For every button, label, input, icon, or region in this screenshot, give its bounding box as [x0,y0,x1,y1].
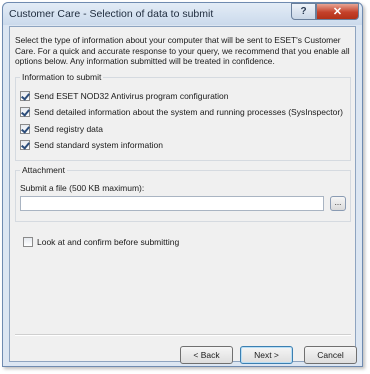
back-button[interactable]: < Back [180,346,233,364]
cancel-button[interactable]: Cancel [304,346,357,364]
checkbox-checked-icon[interactable] [20,106,30,117]
footer-separator [15,334,351,336]
option-label: Send registry data [34,123,103,134]
information-legend: Information to submit [20,72,104,82]
description-text: Select the type of information about you… [15,35,350,66]
browse-button[interactable]: ... [330,196,346,211]
title-bar: Customer Care - Selection of data to sub… [3,3,362,25]
file-label: Submit a file (500 KB maximum): [20,183,145,193]
option-registry-data[interactable]: Send registry data [20,123,103,134]
dialog-window: Customer Care - Selection of data to sub… [2,2,363,367]
close-button[interactable]: ✕ [316,3,359,20]
checkbox-unchecked-icon[interactable] [23,236,33,247]
window-title: Customer Care - Selection of data to sub… [9,8,214,20]
checkbox-checked-icon[interactable] [20,90,30,101]
checkbox-checked-icon[interactable] [20,123,30,134]
option-system-information[interactable]: Send standard system information [20,139,163,150]
attachment-legend: Attachment [20,165,67,175]
next-button[interactable]: Next > [240,346,293,364]
attachment-group: Attachment Submit a file (500 KB maximum… [15,165,351,222]
dialog-body: Select the type of information about you… [9,26,357,364]
option-sysinspector[interactable]: Send detailed information about the syst… [20,106,343,117]
option-program-configuration[interactable]: Send ESET NOD32 Antivirus program config… [20,90,229,101]
option-label: Send detailed information about the syst… [34,106,344,117]
option-label: Send ESET NOD32 Antivirus program config… [34,90,229,101]
confirm-label: Look at and confirm before submitting [37,236,180,247]
confirm-before-submitting[interactable]: Look at and confirm before submitting [23,236,179,247]
help-button[interactable]: ? [291,3,316,20]
close-icon: ✕ [332,6,343,18]
option-label: Send standard system information [34,139,163,150]
checkbox-checked-icon[interactable] [20,139,30,150]
file-path-input[interactable] [20,196,324,211]
information-group: Information to submit Send ESET NOD32 An… [15,72,351,161]
